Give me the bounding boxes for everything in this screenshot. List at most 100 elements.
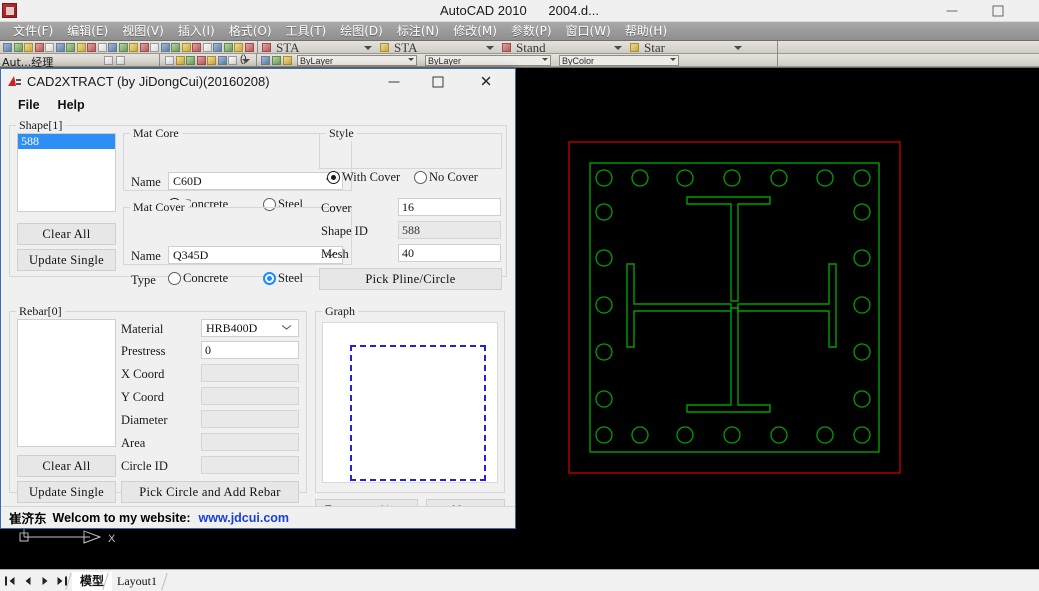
toolbar-icon-4[interactable] [45,43,54,52]
toolbar-icon-10[interactable] [108,43,117,52]
toolbar-icon-16[interactable] [171,43,180,52]
mat-cover-name-combo[interactable]: Q345D [168,246,343,264]
layer-state-icon[interactable] [104,56,113,65]
toolbar-styles-group[interactable]: STA STA Stand Star [258,41,778,55]
acad-menu-item-2[interactable]: 视图(V) [115,22,171,41]
acad-menu-item-10[interactable]: 窗口(W) [559,22,618,41]
toolbar-icon-22[interactable] [234,43,243,52]
shape-clear-all-button[interactable]: Clear All [17,223,116,245]
layer-toolbar-icon-2[interactable] [186,56,195,65]
layer-toolbar-icon-3[interactable] [196,56,206,65]
layer-toolbar-icon-5[interactable] [217,56,227,65]
acad-menu-item-11[interactable]: 帮助(H) [618,22,674,41]
toolbar-layer-controls[interactable]: () [160,54,257,67]
cad-drawing-canvas[interactable]: Y X [0,68,1039,569]
acad-menu-item-9[interactable]: 参数(P) [504,22,559,41]
layer-toolbar-icon-4[interactable] [207,56,216,65]
prop-toolbar-icon-2[interactable] [283,56,292,65]
style-no-cover-radio[interactable]: No Cover [414,170,478,185]
cover-input[interactable]: 16 [398,198,501,216]
toolbar-icon-5[interactable] [55,43,65,52]
property-combo-3[interactable]: ByColor [559,55,679,66]
toolbar-icon-3[interactable] [34,43,44,52]
shape-listbox[interactable]: 588 [17,133,116,212]
toolbar-icon-14[interactable] [150,43,159,52]
toolbar-icon-23[interactable] [244,43,254,52]
rebar-material-combo[interactable]: HRB400D [201,319,299,337]
toolbar-icon-20[interactable] [213,43,222,52]
mat-cover-type-steel-radio[interactable]: Steel [263,271,303,286]
toolbar-icon-0[interactable] [3,43,12,52]
toolbar-icon-9[interactable] [97,43,107,52]
acad-menu-item-3[interactable]: 插入(I) [171,22,222,41]
toolbar-icon-21[interactable] [223,43,233,52]
list-item[interactable]: 588 [18,134,115,149]
website-link[interactable]: www.jdcui.com [199,511,290,525]
toolbar-icon-15[interactable] [160,43,170,52]
menu-help[interactable]: Help [49,95,94,115]
toolbar-icon-8[interactable] [87,43,96,52]
chevron-down-icon[interactable] [614,46,622,50]
rebar-update-single-button[interactable]: Update Single [17,481,116,503]
toolbar-icon-18[interactable] [192,43,201,52]
dialog-close-button[interactable]: ✕ [465,69,507,95]
toolbar-icon-17[interactable] [181,43,191,52]
toolbar-style-icon-2[interactable] [502,43,511,52]
chevron-down-icon[interactable] [364,46,372,50]
acad-menu-item-7[interactable]: 标注(N) [390,22,446,41]
toolbar-style-icon-1[interactable] [380,43,389,52]
layer-toolbar-icon-0[interactable] [165,56,174,65]
rebar-prestress-input[interactable]: 0 [201,341,299,359]
toolbar-icon-11[interactable] [118,43,128,52]
tab-layout1[interactable]: Layout1 [109,572,165,591]
toolbar-style-icon-3[interactable] [630,43,639,52]
window-minimize-button[interactable] [930,0,974,22]
graph-canvas[interactable] [322,322,498,483]
chevron-down-icon[interactable] [670,58,676,61]
chevron-down-icon[interactable] [486,46,494,50]
tab-next-button[interactable] [36,572,53,590]
toolbar-properties-group[interactable]: ByLayer ByLayer ByColor [257,54,778,67]
acad-menu-item-8[interactable]: 修改(M) [446,22,504,41]
toolbar-icon-1[interactable] [13,43,23,52]
tab-prev-button[interactable] [19,572,36,590]
rebar-clear-all-button[interactable]: Clear All [17,455,116,477]
toolbar-icon-12[interactable] [129,43,138,52]
cad2xtract-dialog[interactable]: CAD2XTRACT (by JiDongCui)(20160208) ✕ Fi… [0,68,516,529]
prop-toolbar-icon-1[interactable] [272,56,281,65]
chevron-down-icon[interactable] [734,46,742,50]
window-maximize-button[interactable] [976,0,1020,22]
pick-circle-add-rebar-button[interactable]: Pick Circle and Add Rebar [121,481,299,503]
acad-menu-item-4[interactable]: 格式(O) [222,22,279,41]
toolbar-icon-13[interactable] [139,43,149,52]
layer-toolbar-icon-6[interactable] [228,56,237,65]
toolbar-layer-group[interactable]: Aut...经理 [0,54,160,67]
acad-menu-item-6[interactable]: 绘图(D) [333,22,390,41]
tab-first-button[interactable] [2,572,19,590]
property-combo-2[interactable]: ByLayer [425,55,551,66]
toolbar-icon-19[interactable] [202,43,212,52]
chevron-down-icon[interactable] [242,59,250,63]
mesh-input[interactable]: 40 [398,244,501,262]
toolbar-standard-group[interactable] [0,41,258,54]
mat-cover-type-concrete-radio[interactable]: Concrete [168,271,228,286]
dialog-maximize-button[interactable] [417,69,459,95]
toolbar-icon-7[interactable] [76,43,86,52]
rebar-listbox[interactable] [17,319,116,447]
acad-menu-item-1[interactable]: 编辑(E) [60,22,115,41]
layer-previous-icon[interactable] [116,56,125,65]
shape-update-single-button[interactable]: Update Single [17,249,116,271]
toolbar-icon-6[interactable] [66,43,75,52]
toolbar-icon-2[interactable] [24,43,33,52]
toolbar-style-icon-0[interactable] [262,43,271,52]
style-with-cover-radio[interactable]: With Cover [327,170,400,185]
property-combo-1[interactable]: ByLayer [297,55,417,66]
prop-toolbar-icon-0[interactable] [261,56,270,65]
acad-menu-item-0[interactable]: 文件(F) [6,22,60,41]
chevron-down-icon[interactable] [408,58,414,61]
mat-core-name-combo[interactable]: C60D [168,172,343,190]
dialog-minimize-button[interactable] [373,69,415,95]
pick-pline-circle-button[interactable]: Pick Pline/Circle [319,268,502,290]
menu-file[interactable]: File [9,95,49,115]
acad-menu-item-5[interactable]: 工具(T) [279,22,334,41]
